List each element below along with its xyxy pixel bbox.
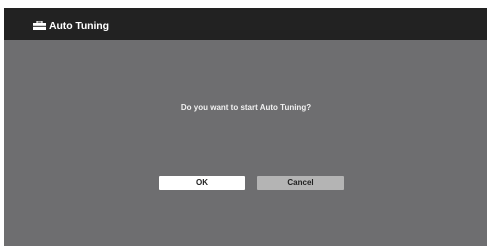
dialog-message: Do you want to start Auto Tuning? bbox=[180, 103, 312, 112]
cancel-button[interactable]: Cancel bbox=[257, 176, 344, 190]
page-title: Auto Tuning bbox=[49, 20, 109, 32]
tv-screen: Auto Tuning Do you want to start Auto Tu… bbox=[4, 8, 487, 246]
toolbox-icon bbox=[33, 21, 46, 30]
ok-button[interactable]: OK bbox=[159, 176, 245, 190]
title-bar: Auto Tuning bbox=[4, 8, 487, 40]
